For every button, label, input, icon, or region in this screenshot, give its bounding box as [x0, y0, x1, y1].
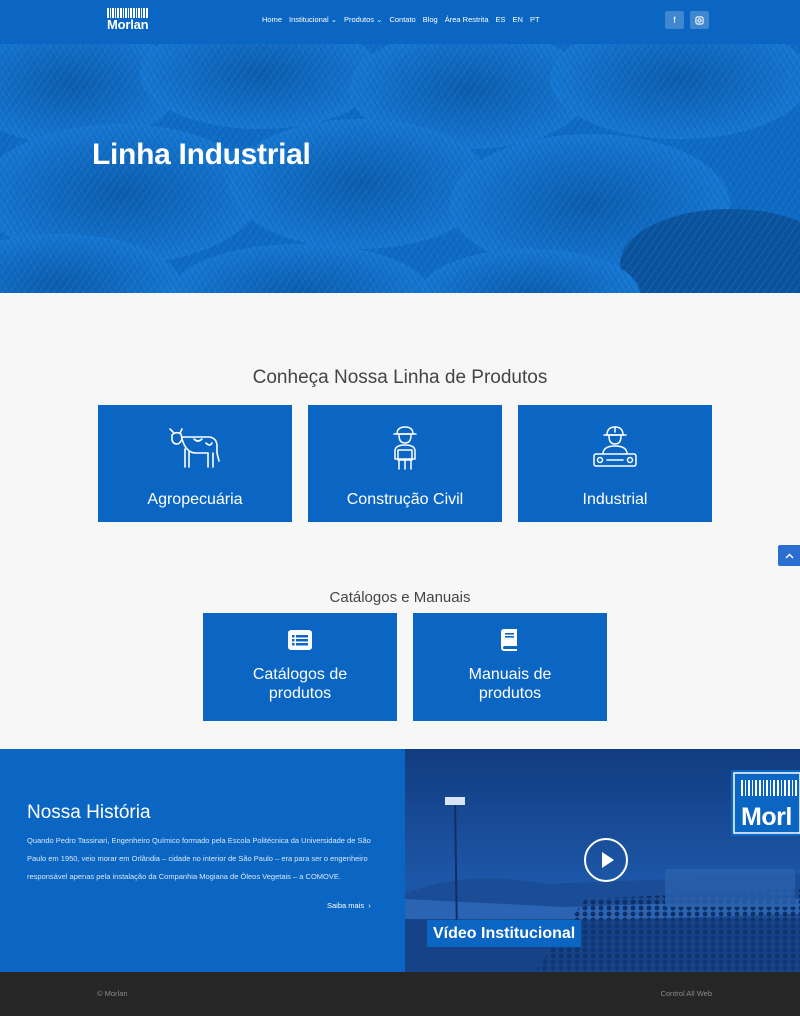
card-label: Manuais de produtos	[468, 666, 552, 702]
card-agropecuaria[interactable]: Agropecuária	[98, 405, 292, 522]
play-button[interactable]	[584, 838, 628, 882]
card-label: Catálogos de produtos	[252, 666, 348, 702]
saiba-mais-link[interactable]: Saiba mais ›	[327, 901, 371, 910]
logo-wordmark: Morlan	[107, 17, 149, 32]
nav-area-restrita[interactable]: Área Restrita	[445, 15, 489, 24]
list-icon	[288, 630, 312, 650]
scroll-to-top-button[interactable]	[778, 545, 800, 566]
book-icon	[501, 629, 517, 651]
card-label: Construção Civil	[346, 491, 464, 508]
card-manuais[interactable]: Manuais de produtos	[413, 613, 607, 721]
video-institucional[interactable]: Morl Vídeo Institucional	[405, 749, 800, 972]
copyright-text: © Morlan	[97, 989, 128, 998]
developer-credit[interactable]: Control All Web	[660, 989, 712, 998]
card-label: Agropecuária	[147, 491, 243, 508]
nav-home[interactable]: Home	[262, 15, 282, 24]
play-icon	[602, 852, 614, 868]
cow-icon	[169, 428, 220, 468]
card-industrial[interactable]: Industrial	[518, 405, 712, 522]
site-header: Morlan Home Institucional ⌄ Produtos ⌄ C…	[0, 0, 800, 44]
main-nav: Home Institucional ⌄ Produtos ⌄ Contato …	[262, 15, 540, 24]
products-title: Conheça Nossa Linha de Produtos	[252, 367, 548, 388]
card-construcao-civil[interactable]: Construção Civil	[308, 405, 502, 522]
nav-produtos[interactable]: Produtos ⌄	[344, 15, 382, 24]
facebook-icon[interactable]: f	[665, 11, 684, 29]
lang-pt[interactable]: PT	[530, 15, 540, 24]
history-text: Quando Pedro Tassinari, Engenheiro Quími…	[27, 836, 371, 881]
catalogs-title: Catálogos e Manuais	[329, 589, 471, 606]
card-catalogos[interactable]: Catálogos de produtos	[203, 613, 397, 721]
card-label: Industrial	[582, 491, 648, 508]
nav-blog[interactable]: Blog	[423, 15, 438, 24]
chevron-right-icon: ›	[366, 901, 371, 910]
history-title: Nossa História	[27, 802, 151, 823]
chevron-down-icon: ⌄	[330, 15, 338, 24]
morlan-logo[interactable]: Morlan	[107, 8, 155, 36]
video-label: Vídeo Institucional	[427, 920, 582, 947]
nav-contato[interactable]: Contato	[389, 15, 415, 24]
hero-title: Linha Industrial	[92, 138, 311, 171]
lang-en[interactable]: EN	[513, 15, 523, 24]
hero-banner: Linha Industrial	[0, 44, 800, 293]
chevron-down-icon: ⌄	[376, 15, 383, 24]
instagram-icon[interactable]	[690, 11, 709, 29]
industrial-worker-icon	[593, 426, 637, 467]
lang-es[interactable]: ES	[496, 15, 506, 24]
nav-institucional[interactable]: Institucional ⌄	[289, 15, 337, 24]
site-footer: © Morlan Control All Web	[0, 972, 800, 1016]
construction-worker-icon	[393, 426, 417, 470]
history-section: Nossa História Quando Pedro Tassinari, E…	[0, 749, 405, 972]
chevron-up-icon	[785, 553, 793, 558]
morlan-sign: Morl	[741, 803, 792, 831]
